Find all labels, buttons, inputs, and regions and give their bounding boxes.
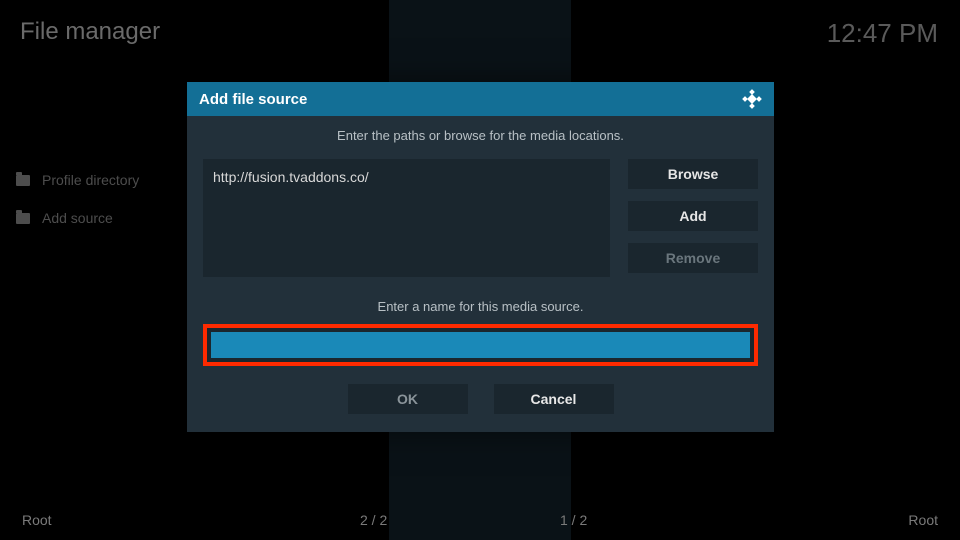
kodi-logo-icon	[742, 89, 762, 109]
page-title: File manager	[20, 18, 160, 46]
folder-icon	[16, 213, 30, 224]
path-input[interactable]: http://fusion.tvaddons.co/	[203, 159, 610, 277]
list-item-label: Add source	[42, 210, 113, 226]
dialog-header: Add file source	[187, 82, 774, 116]
clock: 12:47 PM	[827, 18, 938, 49]
name-hint: Enter a name for this media source.	[203, 299, 758, 314]
folder-icon	[16, 175, 30, 186]
list-item-label: Profile directory	[42, 172, 139, 188]
footer-right-count: 1 / 2	[560, 512, 587, 528]
footer-right-root: Root	[908, 512, 938, 528]
list-item[interactable]: Profile directory	[16, 172, 139, 188]
footer-left-count: 2 / 2	[360, 512, 387, 528]
list-item[interactable]: Add source	[16, 210, 139, 226]
remove-button[interactable]: Remove	[628, 243, 758, 273]
source-name-input[interactable]	[211, 332, 750, 358]
path-value: http://fusion.tvaddons.co/	[213, 169, 369, 185]
footer-left-root: Root	[22, 512, 52, 528]
dialog-title: Add file source	[199, 91, 307, 108]
ok-button[interactable]: OK	[348, 384, 468, 414]
paths-hint: Enter the paths or browse for the media …	[203, 128, 758, 143]
add-button[interactable]: Add	[628, 201, 758, 231]
add-file-source-dialog: Add file source Enter the paths or brows…	[187, 82, 774, 432]
browse-button[interactable]: Browse	[628, 159, 758, 189]
cancel-button[interactable]: Cancel	[494, 384, 614, 414]
file-list-left: Profile directory Add source	[16, 172, 139, 226]
footer-bar: Root 2 / 2 1 / 2 Root	[0, 512, 960, 528]
name-input-highlight	[203, 324, 758, 366]
